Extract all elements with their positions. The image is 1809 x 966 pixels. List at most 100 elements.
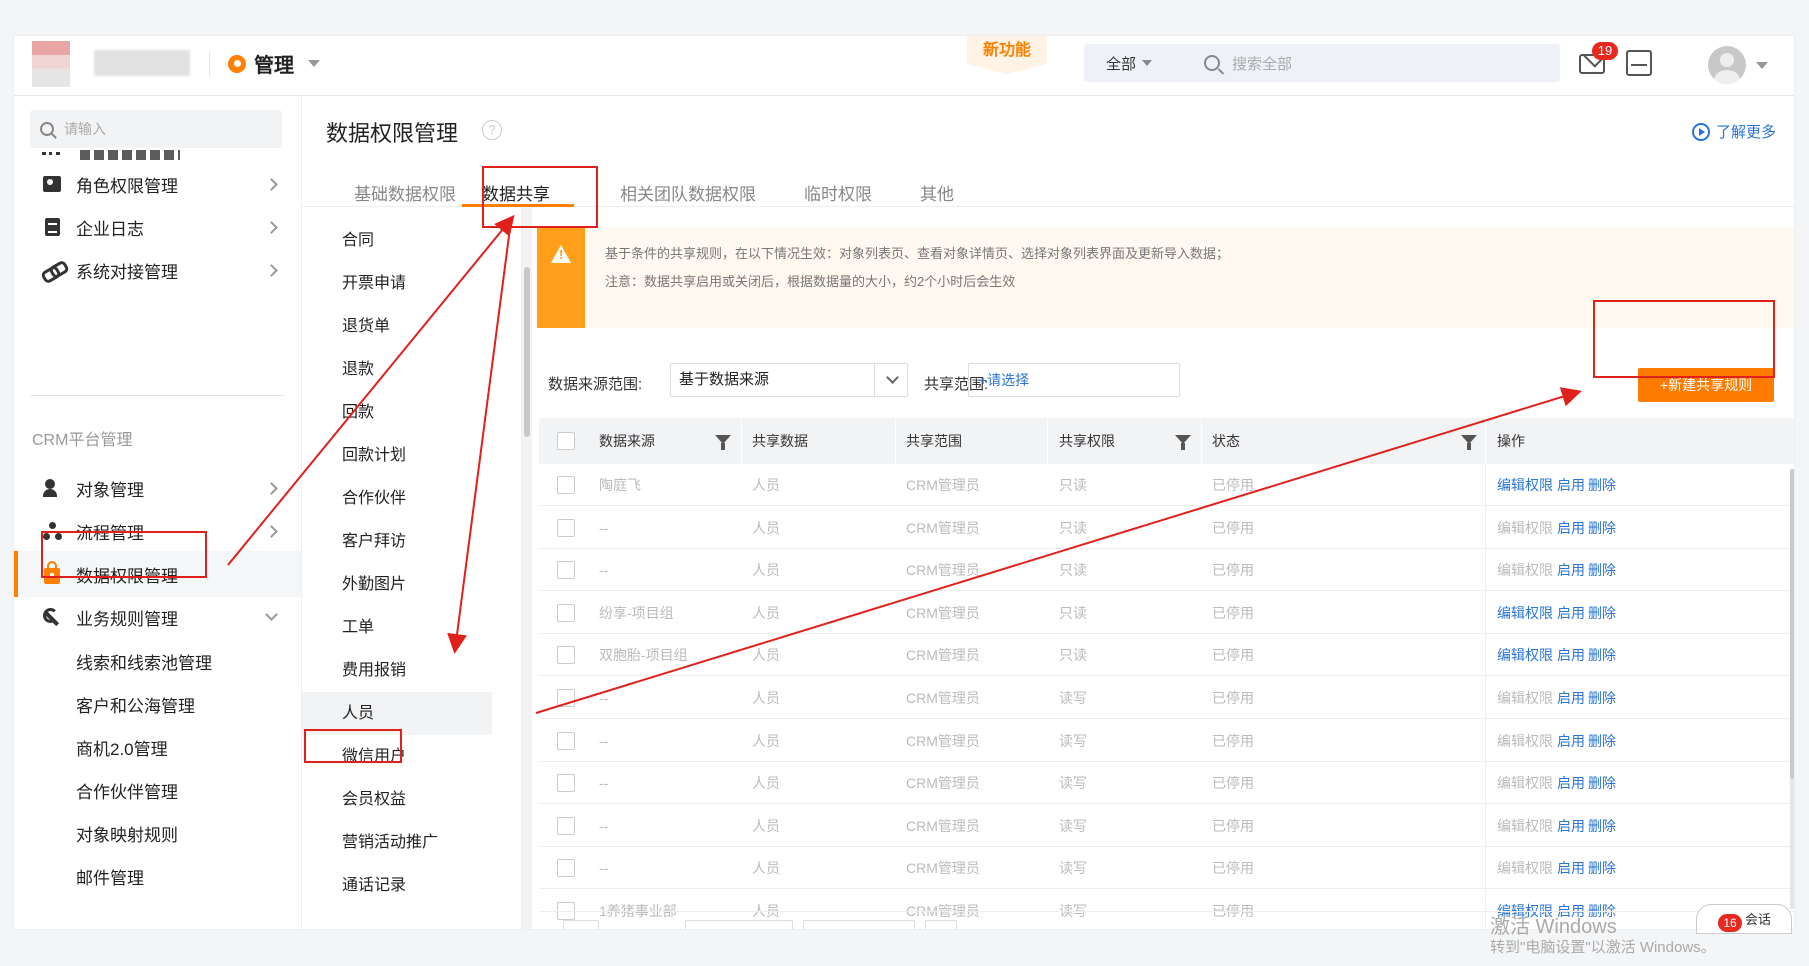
new-feature-tag[interactable]: 新功能 — [967, 36, 1047, 74]
tab-basic-data-permission[interactable]: 基础数据权限 — [354, 180, 456, 205]
object-list-item[interactable]: 回款 — [302, 391, 492, 434]
row-checkbox[interactable] — [557, 603, 575, 622]
enable-link[interactable]: 启用 — [1557, 847, 1585, 889]
table-row[interactable]: 陶庭飞 人员 CRM管理员 只读 已停用 编辑权限 启用 删除 — [539, 464, 1794, 506]
page-prev[interactable] — [563, 920, 599, 929]
object-list-item[interactable]: 合同 — [302, 219, 492, 262]
edit-permission-link[interactable]: 编辑权限 — [1497, 634, 1553, 676]
object-list-item[interactable]: 营销活动推广 — [302, 821, 492, 864]
delete-link[interactable]: 删除 — [1588, 549, 1616, 591]
edit-permission-link[interactable]: 编辑权限 — [1497, 677, 1553, 719]
enable-link[interactable]: 启用 — [1557, 549, 1585, 591]
sidebar-item-role-permissions[interactable]: 角色权限管理 — [14, 161, 301, 207]
object-list-item-cut[interactable] — [302, 207, 492, 215]
chat-button[interactable]: 会话 — [1696, 904, 1792, 934]
delete-link[interactable]: 删除 — [1588, 592, 1616, 634]
table-row[interactable]: -- 人员 CRM管理员 读写 已停用 编辑权限 启用 删除 — [539, 677, 1794, 719]
edit-permission-link[interactable]: 编辑权限 — [1497, 847, 1553, 889]
enable-link[interactable]: 启用 — [1557, 634, 1585, 676]
global-search[interactable]: 全部 搜索全部 — [1084, 44, 1560, 82]
sidebar-search-input[interactable]: 请输入 — [64, 119, 106, 139]
edit-permission-link[interactable]: 编辑权限 — [1497, 805, 1553, 847]
enable-link[interactable]: 启用 — [1557, 805, 1585, 847]
share-scope-picker[interactable]: +请选择 — [968, 363, 1180, 397]
app-switcher[interactable]: 管理 — [228, 49, 320, 78]
object-list-item[interactable]: 通话记录 — [302, 864, 492, 907]
filter-icon[interactable] — [1461, 435, 1477, 450]
sidebar-item-system-integration[interactable]: 系统对接管理 — [14, 247, 301, 293]
row-checkbox[interactable] — [557, 816, 575, 835]
object-list-scrollbar[interactable] — [522, 207, 532, 929]
table-row[interactable]: 纷享-项目组 人员 CRM管理员 只读 已停用 编辑权限 启用 删除 — [539, 592, 1794, 634]
delete-link[interactable]: 删除 — [1588, 720, 1616, 762]
tab-team-data-permission[interactable]: 相关团队数据权限 — [620, 180, 756, 205]
sidebar-subitem[interactable]: 商机2.0管理 — [76, 735, 168, 760]
table-scrollbar[interactable] — [1790, 469, 1794, 909]
table-row[interactable]: 双胞胎-项目组 人员 CRM管理员 只读 已停用 编辑权限 启用 删除 — [539, 634, 1794, 677]
tab-temporary-permission[interactable]: 临时权限 — [804, 180, 872, 205]
filter-icon[interactable] — [1175, 435, 1191, 450]
sidebar-item-business-rules[interactable]: 业务规则管理 — [14, 594, 301, 640]
object-list-item[interactable]: 工单 — [302, 606, 492, 649]
search-input[interactable]: 搜索全部 — [1232, 53, 1292, 74]
object-list-item[interactable]: 外勤图片 — [302, 563, 492, 606]
row-checkbox[interactable] — [557, 774, 575, 793]
avatar[interactable] — [1708, 46, 1746, 84]
sidebar-subitem[interactable]: 客户和公海管理 — [76, 692, 195, 717]
page-jump[interactable] — [803, 920, 915, 929]
row-checkbox[interactable] — [557, 689, 575, 707]
sidebar-item-enterprise-log[interactable]: 企业日志 — [14, 204, 301, 250]
row-checkbox[interactable] — [557, 476, 575, 494]
edit-permission-link[interactable]: 编辑权限 — [1497, 507, 1553, 549]
object-list-item[interactable]: 客户拜访 — [302, 520, 492, 563]
page-size-select[interactable] — [685, 920, 793, 929]
sidebar-subitem[interactable]: 合作伙伴管理 — [76, 778, 178, 803]
enable-link[interactable]: 启用 — [1557, 720, 1585, 762]
edit-permission-link[interactable]: 编辑权限 — [1497, 592, 1553, 634]
sidebar-item-object-management[interactable]: 对象管理 — [14, 465, 301, 511]
row-checkbox[interactable] — [557, 731, 575, 750]
help-icon[interactable]: ? — [482, 120, 502, 140]
sidebar-subitem[interactable]: 邮件管理 — [76, 864, 144, 889]
delete-link[interactable]: 删除 — [1588, 762, 1616, 804]
delete-link[interactable]: 删除 — [1588, 805, 1616, 847]
tab-other[interactable]: 其他 — [920, 180, 954, 205]
row-checkbox[interactable] — [557, 859, 575, 878]
object-list-item[interactable]: 费用报销 — [302, 649, 492, 692]
sidebar-search[interactable]: 请输入 — [30, 110, 282, 148]
object-list-item[interactable]: 会员权益 — [302, 778, 492, 821]
object-list-item[interactable]: 开票申请 — [302, 262, 492, 305]
sidebar-item-cut-off[interactable] — [42, 146, 282, 160]
company-logo[interactable] — [32, 41, 70, 87]
page-next[interactable] — [925, 920, 957, 929]
table-row[interactable]: -- 人员 CRM管理员 读写 已停用 编辑权限 启用 删除 — [539, 805, 1794, 847]
inbox-icon[interactable] — [1626, 50, 1652, 76]
delete-link[interactable]: 删除 — [1588, 464, 1616, 506]
delete-link[interactable]: 删除 — [1588, 634, 1616, 676]
chevron-down-icon[interactable] — [1756, 62, 1768, 69]
enable-link[interactable]: 启用 — [1557, 677, 1585, 719]
table-row[interactable]: -- 人员 CRM管理员 读写 已停用 编辑权限 启用 删除 — [539, 720, 1794, 762]
edit-permission-link[interactable]: 编辑权限 — [1497, 464, 1553, 506]
object-list-item[interactable]: 退款 — [302, 348, 492, 391]
object-list-item[interactable]: 回款计划 — [302, 434, 492, 477]
object-list-item[interactable]: 退货单 — [302, 305, 492, 348]
source-range-select[interactable]: 基于数据来源 — [670, 363, 908, 397]
table-row[interactable]: -- 人员 CRM管理员 读写 已停用 编辑权限 启用 删除 — [539, 762, 1794, 805]
delete-link[interactable]: 删除 — [1588, 677, 1616, 719]
delete-link[interactable]: 删除 — [1588, 507, 1616, 549]
filter-icon[interactable] — [715, 435, 731, 450]
enable-link[interactable]: 启用 — [1557, 762, 1585, 804]
table-row[interactable]: -- 人员 CRM管理员 只读 已停用 编辑权限 启用 删除 — [539, 549, 1794, 592]
learn-more-link[interactable]: 了解更多 — [1692, 121, 1776, 142]
edit-permission-link[interactable]: 编辑权限 — [1497, 762, 1553, 804]
enable-link[interactable]: 启用 — [1557, 464, 1585, 506]
enable-link[interactable]: 启用 — [1557, 507, 1585, 549]
search-scope-select[interactable]: 全部 — [1084, 53, 1178, 74]
table-row[interactable]: -- 人员 CRM管理员 读写 已停用 编辑权限 启用 删除 — [539, 847, 1794, 890]
edit-permission-link[interactable]: 编辑权限 — [1497, 720, 1553, 762]
object-list-item[interactable]: 合作伙伴 — [302, 477, 492, 520]
row-checkbox[interactable] — [557, 561, 575, 580]
row-checkbox[interactable] — [557, 646, 575, 665]
table-row[interactable]: -- 人员 CRM管理员 只读 已停用 编辑权限 启用 删除 — [539, 507, 1794, 549]
